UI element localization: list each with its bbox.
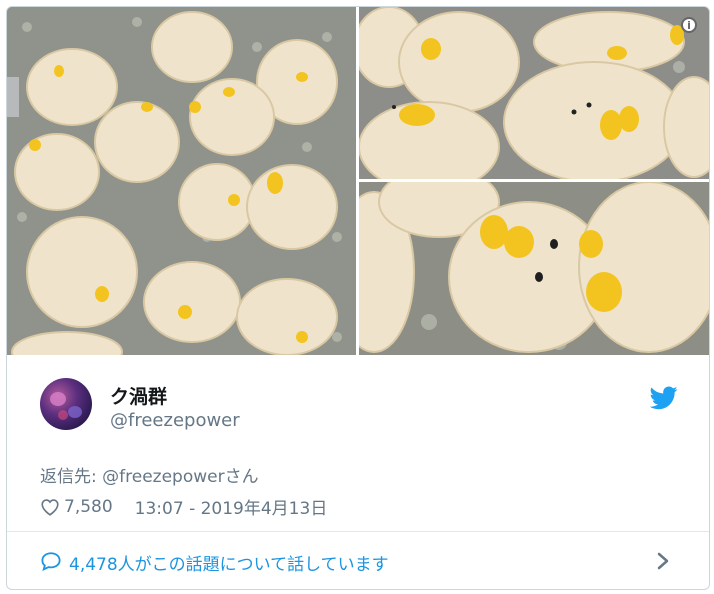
photo-buns-closeup-2[interactable] [359,182,709,355]
tweet-header: ク渦群 @freezepower [40,378,680,434]
heart-icon[interactable] [40,498,60,516]
tweet-meta: 7,580 13:07 - 2019年4月13日 [40,494,327,519]
user-handle[interactable]: @freezepower [110,410,240,431]
photo-steamed-buns-tray[interactable] [7,7,356,355]
photo-buns-closeup-1[interactable]: i [359,7,709,179]
tweet-media: i [7,7,709,355]
speech-bubble-icon [41,552,61,571]
like-count[interactable]: 7,580 [64,497,113,517]
conversation-link[interactable]: 4,478人がこの話題について話しています [7,532,709,589]
timestamp[interactable]: 13:07 - 2019年4月13日 [135,494,328,519]
chevron-right-icon[interactable] [656,551,670,571]
display-name[interactable]: ク渦群 [110,382,167,409]
twitter-bird-icon[interactable] [650,386,678,410]
reply-to-line[interactable]: 返信先: @freezepowerさん [40,462,259,487]
tweet-card: i ク渦群 @freezepower 返信先: @freezepowerさん 7… [6,6,710,590]
conversation-count-text[interactable]: 4,478人がこの話題について話しています [69,550,389,575]
info-icon[interactable]: i [681,17,697,33]
avatar[interactable] [40,378,92,430]
